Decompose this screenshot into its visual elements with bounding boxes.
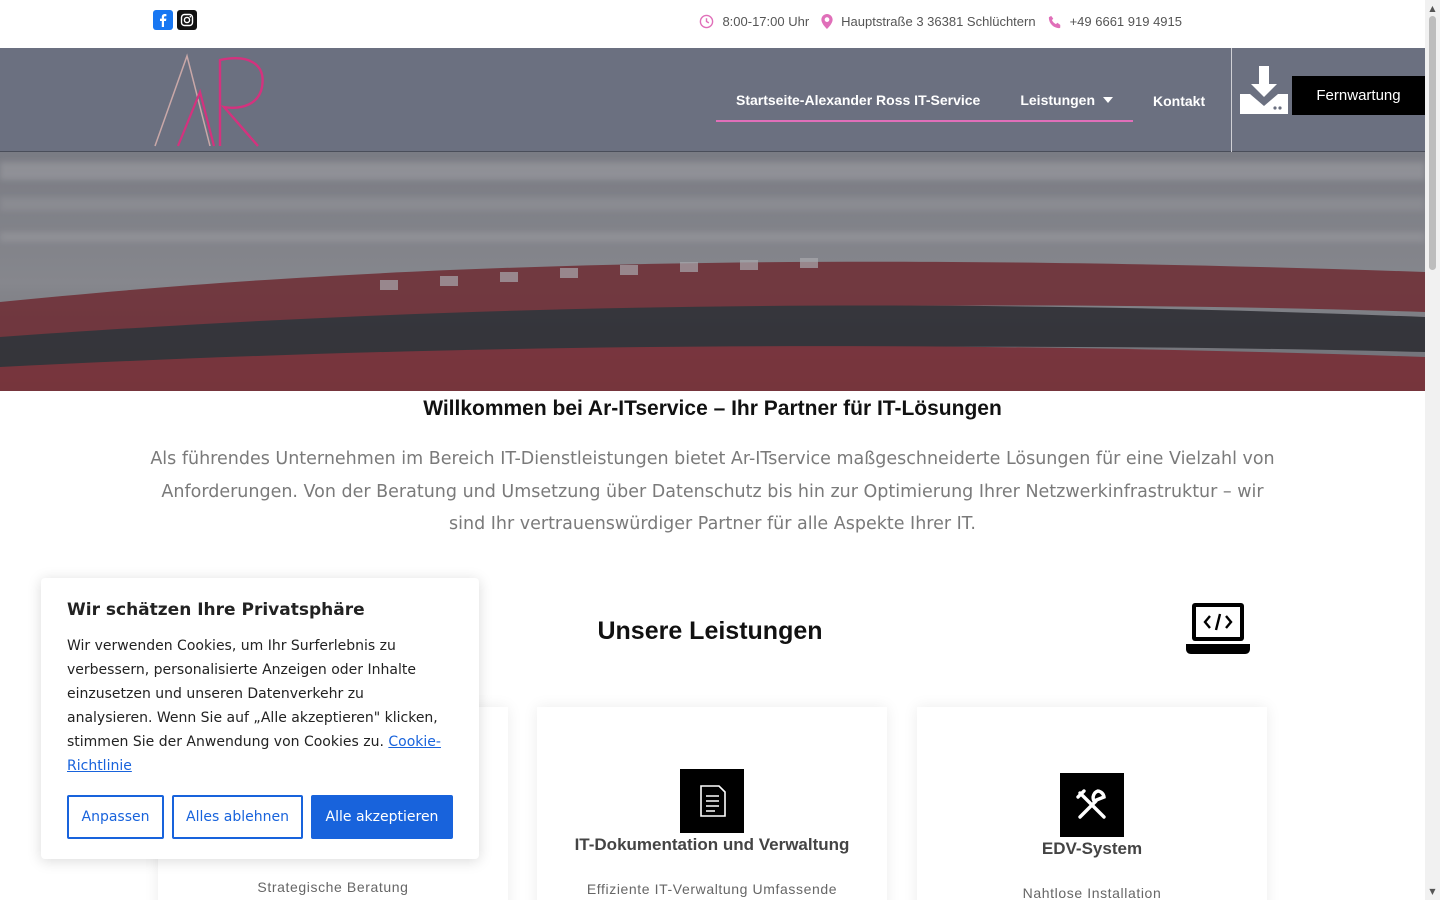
document-icon [680, 769, 744, 833]
laptop-code-icon [1186, 603, 1250, 654]
scroll-down-arrow-icon[interactable]: ▼ [1425, 884, 1440, 898]
site-header: Startseite-Alexander Ross IT-Service Lei… [0, 48, 1425, 152]
cookie-text-body: Wir verwenden Cookies, um Ihr Surferlebn… [67, 638, 438, 750]
facebook-icon[interactable] [153, 10, 173, 30]
service-card-edv[interactable]: EDV-System Nahtlose Installation [917, 707, 1267, 900]
address-text: Hauptstraße 3 36381 Schlüchtern [841, 14, 1036, 29]
cookie-text: Wir verwenden Cookies, um Ihr Surferlebn… [67, 634, 447, 778]
service-card-documentation[interactable]: IT-Dokumentation und Verwaltung Effizien… [537, 707, 887, 900]
cookie-accept-button[interactable]: Alle akzeptieren [311, 795, 453, 839]
nav-item-kontakt[interactable]: Kontakt [1133, 81, 1225, 121]
nav-item-label: Startseite-Alexander Ross IT-Service [736, 92, 981, 108]
map-marker-icon [821, 14, 833, 29]
nav-item-leistungen[interactable]: Leistungen [1000, 80, 1133, 120]
nav-item-startseite[interactable]: Startseite-Alexander Ross IT-Service [716, 80, 1000, 120]
main-nav: Startseite-Alexander Ross IT-Service Lei… [716, 80, 1225, 122]
phone-item[interactable]: +49 6661 919 4915 [1048, 14, 1182, 29]
fernwartung-button[interactable]: Fernwartung [1292, 76, 1425, 115]
phone-icon [1048, 15, 1060, 28]
service-card-title: EDV-System [1041, 839, 1143, 858]
top-bar: 8:00-17:00 Uhr Hauptstraße 3 36381 Schlü… [0, 0, 1425, 48]
nav-item-label: Kontakt [1153, 93, 1206, 109]
services-title: Unsere Leistungen [597, 617, 823, 645]
download-icon[interactable] [1240, 66, 1288, 114]
cookie-banner: Wir schätzen Ihre Privatsphäre Wir verwe… [41, 578, 479, 859]
ar-logo[interactable] [154, 52, 266, 148]
page-scrollbar[interactable]: ▲ ▼ [1425, 0, 1440, 900]
phone-text: +49 6661 919 4915 [1069, 14, 1182, 29]
service-card-subtitle: Effiziente IT-Verwaltung Umfassende [586, 881, 838, 897]
instagram-icon[interactable] [177, 10, 197, 30]
cookie-buttons: Anpassen Alles ablehnen Alle akzeptieren [67, 795, 453, 839]
hero-image [0, 152, 1425, 391]
service-card-subtitle: Nahtlose Installation [1022, 885, 1162, 900]
tools-icon [1060, 773, 1124, 837]
cookie-title: Wir schätzen Ihre Privatsphäre [67, 600, 365, 620]
caret-down-icon [1103, 97, 1114, 103]
intro-text: Als führendes Unternehmen im Bereich IT-… [150, 449, 1275, 534]
cookie-reject-button[interactable]: Alles ablehnen [172, 795, 303, 839]
header-divider [1231, 48, 1232, 152]
nav-active-group: Startseite-Alexander Ross IT-Service Lei… [716, 80, 1134, 122]
address-item: Hauptstraße 3 36381 Schlüchtern [821, 14, 1036, 29]
contact-info: 8:00-17:00 Uhr Hauptstraße 3 36381 Schlü… [699, 14, 1182, 29]
social-links [153, 10, 197, 30]
patch-panel-image [0, 152, 1425, 391]
hours-item: 8:00-17:00 Uhr [699, 14, 809, 29]
service-card-subtitle: Strategische Beratung [257, 879, 409, 895]
scrollbar-thumb[interactable] [1429, 16, 1436, 270]
cookie-customize-button[interactable]: Anpassen [67, 795, 164, 839]
hours-text: 8:00-17:00 Uhr [722, 14, 810, 29]
scroll-up-arrow-icon[interactable]: ▲ [1425, 1, 1440, 15]
nav-item-label: Leistungen [1020, 92, 1096, 108]
intro-title: Willkommen bei Ar-ITservice – Ihr Partne… [423, 397, 1002, 420]
service-card-title: IT-Dokumentation und Verwaltung [574, 835, 850, 854]
clock-icon [700, 14, 714, 29]
